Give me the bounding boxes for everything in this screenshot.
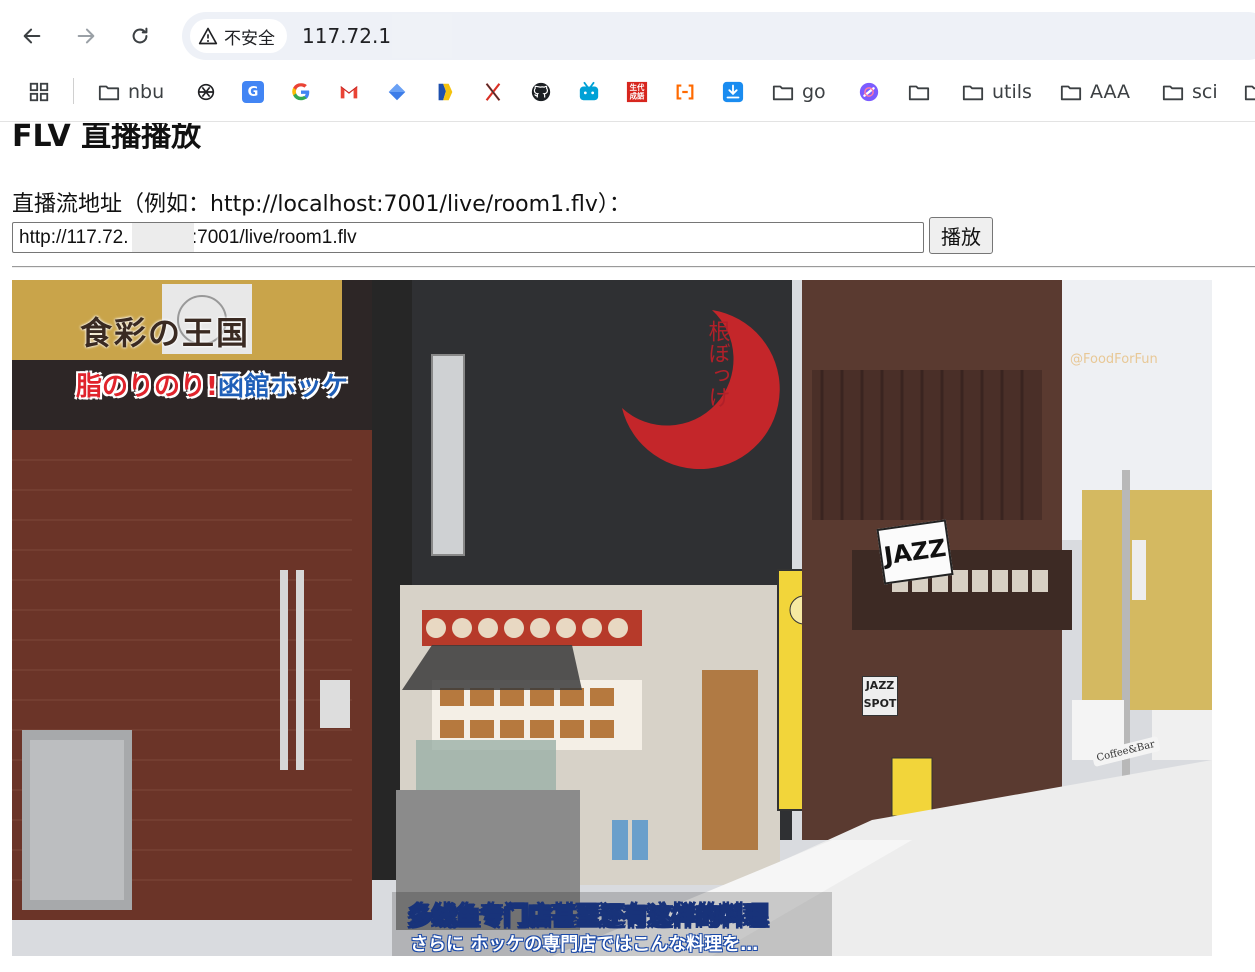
address-bar[interactable]: 不安全 117.72.1 [182, 12, 1255, 60]
orange-bracket-icon [676, 84, 694, 100]
bookmark-nbu[interactable]: nbu [98, 78, 164, 106]
page-content: FLV 直播播放 直播流地址（例如：http://localhost:7001/… [0, 123, 1255, 972]
watermark: @FoodForFun [1070, 352, 1158, 367]
bookmarks-bar: nbu G 生代 成語 go utils AAA sci [0, 70, 1255, 114]
page-title: FLV 直播播放 [12, 123, 202, 154]
browser-chrome: 不安全 117.72.1 nbu G 生代 成語 go utils AAA sc… [0, 0, 1255, 122]
bookmark-aaa[interactable]: AAA [1060, 78, 1130, 106]
forward-arrow-icon [77, 28, 95, 44]
bookmark-more-folder[interactable] [1244, 78, 1255, 106]
folder-icon [908, 85, 930, 101]
yellow-flag-icon [438, 83, 453, 101]
tv-program-title: 食彩の王国 [80, 314, 251, 352]
bookmark-flag[interactable] [434, 78, 456, 106]
folder-icon [98, 85, 120, 101]
bookmark-bilibili[interactable] [578, 78, 600, 106]
subtitle-japanese: さらに ホッケの専門店ではこんな料理を… [410, 934, 759, 955]
diamond-icon [388, 83, 406, 101]
redaction-block [392, 14, 452, 58]
folder-icon [962, 85, 984, 101]
security-label: 不安全 [224, 28, 275, 49]
bookmark-chatgpt[interactable] [195, 78, 217, 106]
apps-grid-icon [29, 82, 49, 102]
back-arrow-icon [23, 28, 41, 44]
x-cross-icon [485, 83, 501, 101]
forward-button[interactable] [68, 18, 104, 54]
jazz-sign: JAZZ [876, 519, 954, 585]
redaction-block [132, 223, 194, 252]
bookmark-sci[interactable]: sci [1162, 78, 1218, 106]
bookmark-separator [73, 78, 74, 104]
red-square-icon: 生代成語 [626, 81, 648, 103]
bookmark-download[interactable] [722, 78, 744, 106]
warning-triangle-icon [198, 27, 218, 45]
svg-text:根ぼっけ: 根ぼっけ [705, 320, 731, 408]
bookmark-purple[interactable] [858, 78, 880, 106]
download-icon [722, 81, 744, 103]
bilibili-icon [579, 81, 599, 101]
chatgpt-icon [197, 83, 215, 101]
reload-button[interactable] [122, 18, 158, 54]
github-icon [531, 82, 551, 102]
gmail-icon [340, 86, 358, 99]
bookmark-diamond[interactable] [386, 78, 408, 106]
jazz-spot-sign: JAZZ SPOT [862, 676, 898, 716]
bookmark-orange-bracket[interactable] [674, 78, 696, 106]
folder-icon [1244, 85, 1255, 101]
bookmark-folder[interactable] [908, 78, 930, 106]
bookmark-utils[interactable]: utils [962, 78, 1032, 106]
stream-url-label: 直播流地址（例如：http://localhost:7001/live/room… [12, 192, 631, 217]
divider [12, 266, 1255, 268]
security-chip[interactable]: 不安全 [190, 19, 287, 53]
folder-icon [772, 85, 794, 101]
play-button[interactable]: 播放 [929, 217, 993, 254]
back-button[interactable] [14, 18, 50, 54]
purple-circle-icon [859, 82, 879, 102]
bookmark-translate[interactable]: G [242, 78, 264, 106]
translate-icon: G [242, 81, 264, 103]
bookmark-gmail[interactable] [338, 78, 360, 106]
bookmark-red-square[interactable]: 生代 成語 [626, 78, 648, 106]
reload-icon [132, 27, 148, 44]
url-text: 117.72.1 [302, 24, 392, 48]
video-player[interactable]: 根ぼっけ 根ぼっけ [12, 280, 1212, 956]
folder-icon [1162, 85, 1184, 101]
bookmark-x[interactable] [482, 78, 504, 106]
subtitle-chinese: 多线鱼专门店甚至还有这样的料理 [408, 902, 769, 931]
apps-grid-button[interactable] [28, 78, 50, 106]
bookmark-go[interactable]: go [772, 78, 826, 106]
tv-program-subtitle: 脂のりのり!函館ホッケ [76, 372, 348, 402]
folder-icon [1060, 85, 1082, 101]
google-icon [292, 83, 310, 101]
bookmark-github[interactable] [530, 78, 552, 106]
bookmark-google[interactable] [290, 78, 312, 106]
svg-text:成語: 成語 [630, 91, 645, 100]
